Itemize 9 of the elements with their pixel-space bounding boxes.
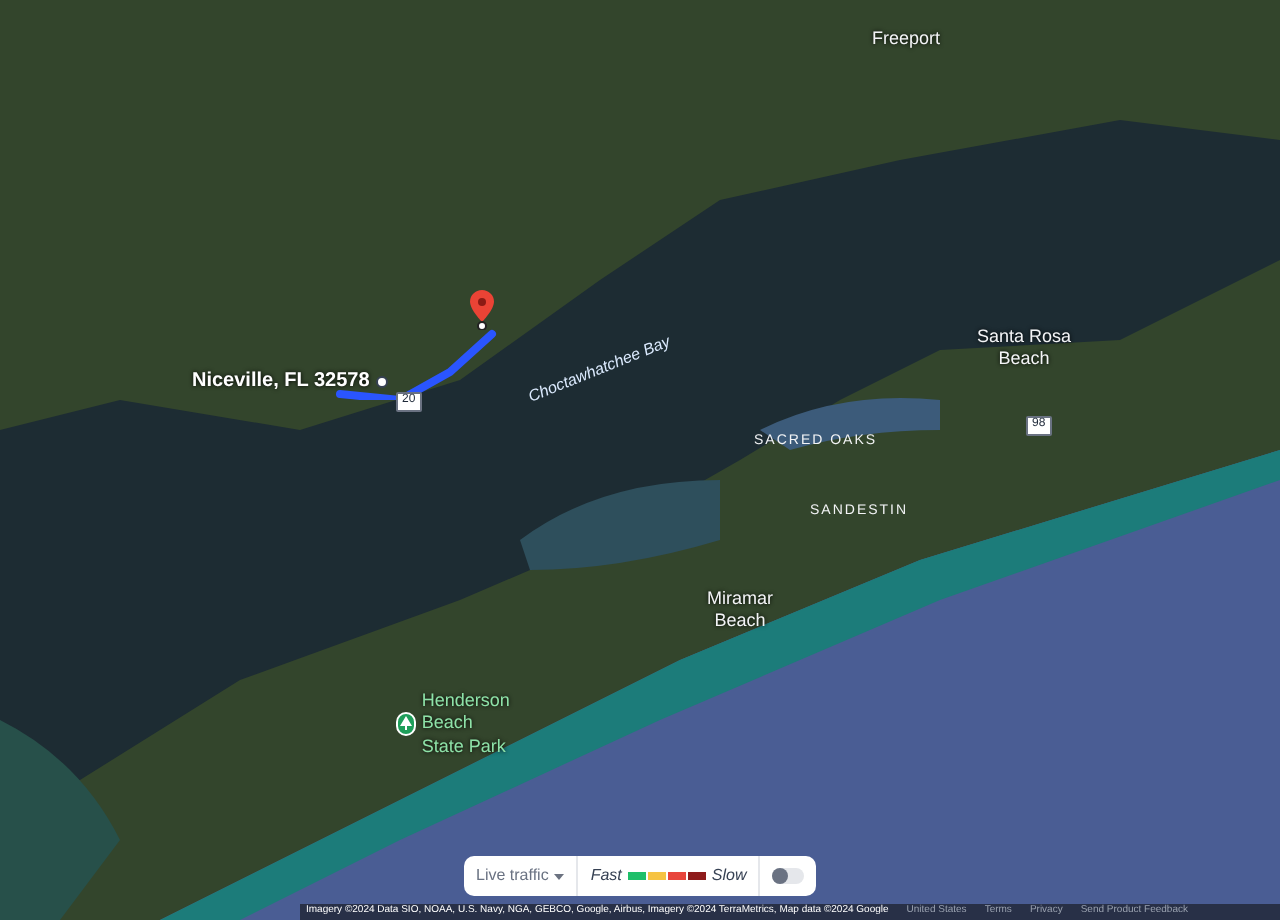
slow-label: Slow: [711, 864, 747, 888]
town-label: Santa Rosa Beach: [976, 326, 1072, 371]
town-label: Freeport: [872, 28, 941, 51]
place-label: Niceville, FL 32578: [192, 370, 370, 395]
park-label: Henderson Beach State Park: [421, 690, 512, 758]
caret-icon: [554, 873, 565, 879]
map-pin-icon: [470, 290, 494, 330]
fast-label: Fast: [590, 864, 622, 888]
town-label: Miramar Beach: [705, 588, 775, 633]
